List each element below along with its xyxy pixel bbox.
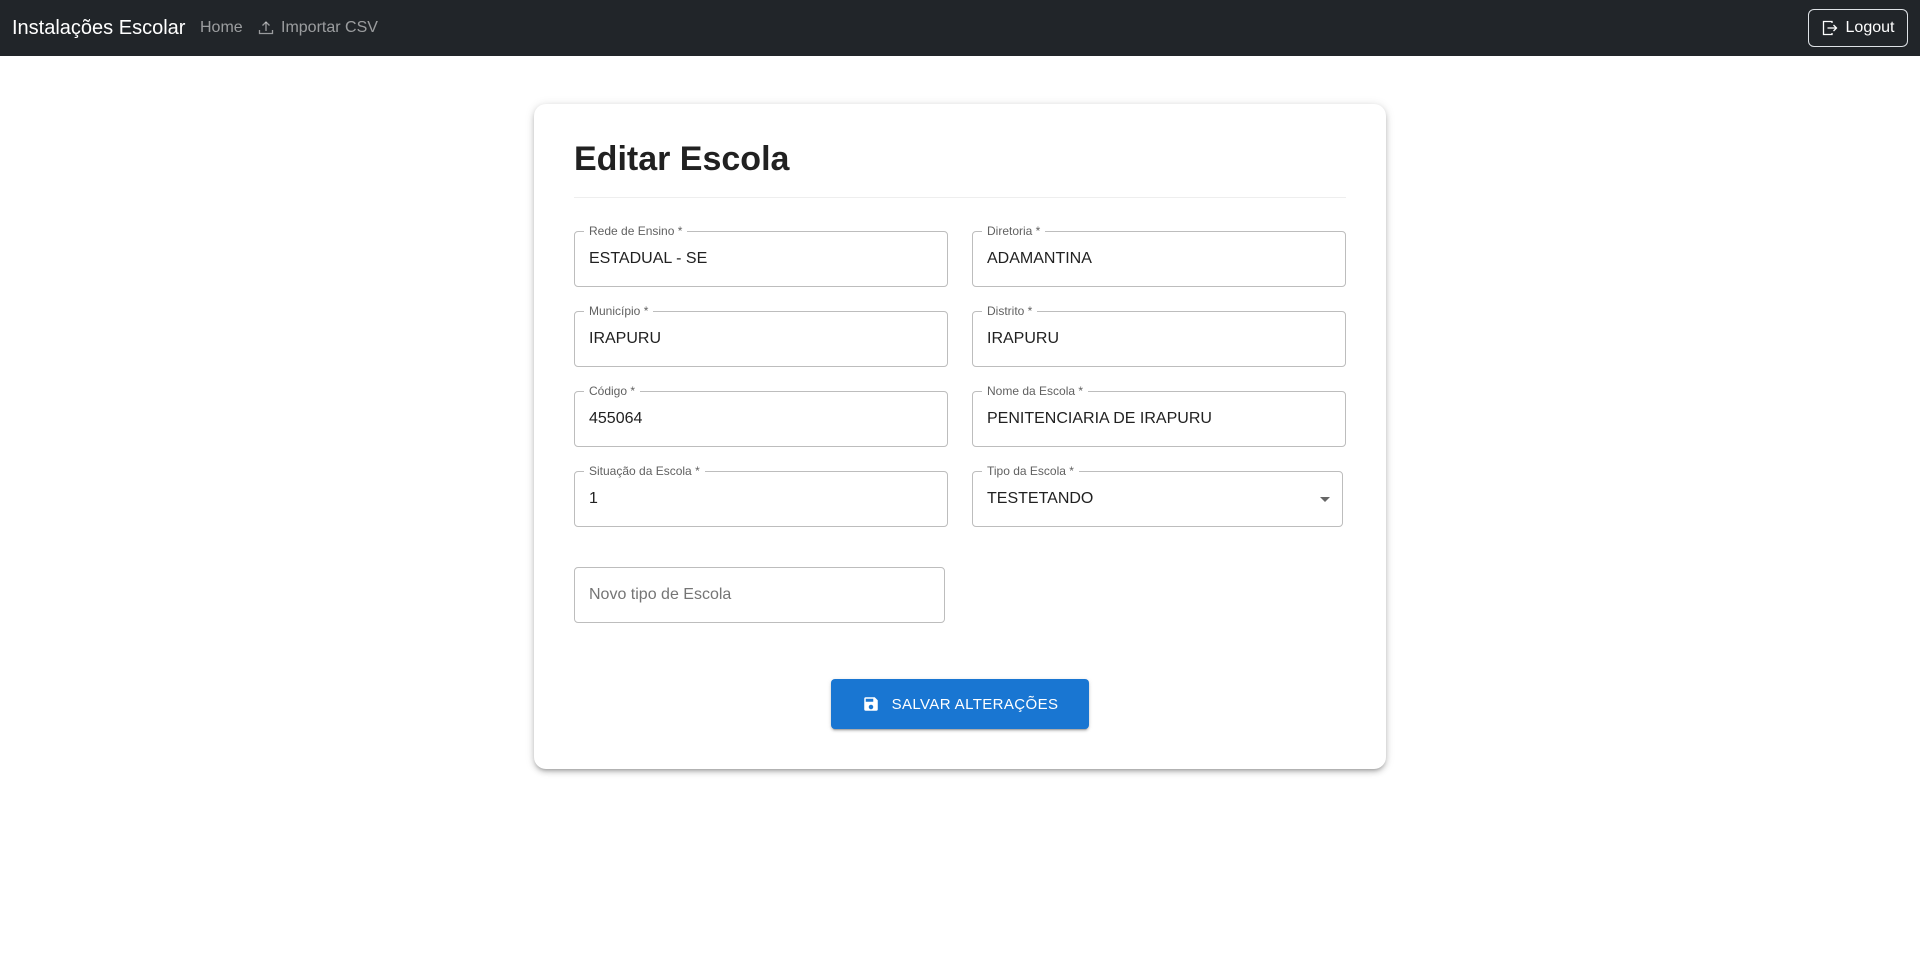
situacao-escola-label: Situação da Escola * [584,463,705,479]
municipio-field[interactable]: Município * IRAPURU [574,303,948,367]
diretoria-field[interactable]: Diretoria * ADAMANTINA [972,223,1346,287]
nome-escola-field[interactable]: Nome da Escola * PENITENCIARIA DE IRAPUR… [972,383,1346,447]
upload-icon [258,20,274,36]
tipo-escola-select[interactable]: Tipo da Escola * TESTETANDO [972,463,1343,527]
top-navbar: Instalações Escolar Home Importar CSV Lo… [0,0,1920,56]
distrito-field[interactable]: Distrito * IRAPURU [972,303,1346,367]
chevron-down-icon[interactable] [1320,497,1330,502]
logout-icon [1822,20,1838,36]
situacao-escola-value: 1 [589,490,598,507]
page-title: Editar Escola [574,140,790,178]
nav-import-csv-label: Importar CSV [281,19,378,36]
codigo-field[interactable]: Código * 455064 [574,383,948,447]
nome-escola-value: PENITENCIARIA DE IRAPURU [987,410,1212,427]
novo-tipo-escola-placeholder: Novo tipo de Escola [589,586,732,603]
save-changes-button[interactable]: SALVAR ALTERAÇÕES [831,679,1089,729]
novo-tipo-escola-input[interactable]: Novo tipo de Escola [574,567,945,623]
title-divider [574,197,1346,198]
logout-button[interactable]: Logout [1808,9,1908,47]
nav-home-link[interactable]: Home [200,0,243,56]
municipio-value: IRAPURU [589,330,662,347]
situacao-escola-field[interactable]: Situação da Escola * 1 [574,463,948,527]
tipo-escola-value: TESTETANDO [987,490,1094,507]
rede-ensino-value: ESTADUAL - SE [589,250,708,267]
nav-import-csv-link[interactable]: Importar CSV [258,0,378,56]
codigo-value: 455064 [589,410,643,427]
distrito-value: IRAPURU [987,330,1060,347]
nav-home-label: Home [200,19,243,36]
save-changes-label: SALVAR ALTERAÇÕES [891,695,1059,713]
rede-ensino-field[interactable]: Rede de Ensino * ESTADUAL - SE [574,223,948,287]
navbar-brand[interactable]: Instalações Escolar [12,0,185,56]
logout-label: Logout [1845,19,1895,36]
diretoria-value: ADAMANTINA [987,250,1092,267]
save-icon [862,695,880,713]
